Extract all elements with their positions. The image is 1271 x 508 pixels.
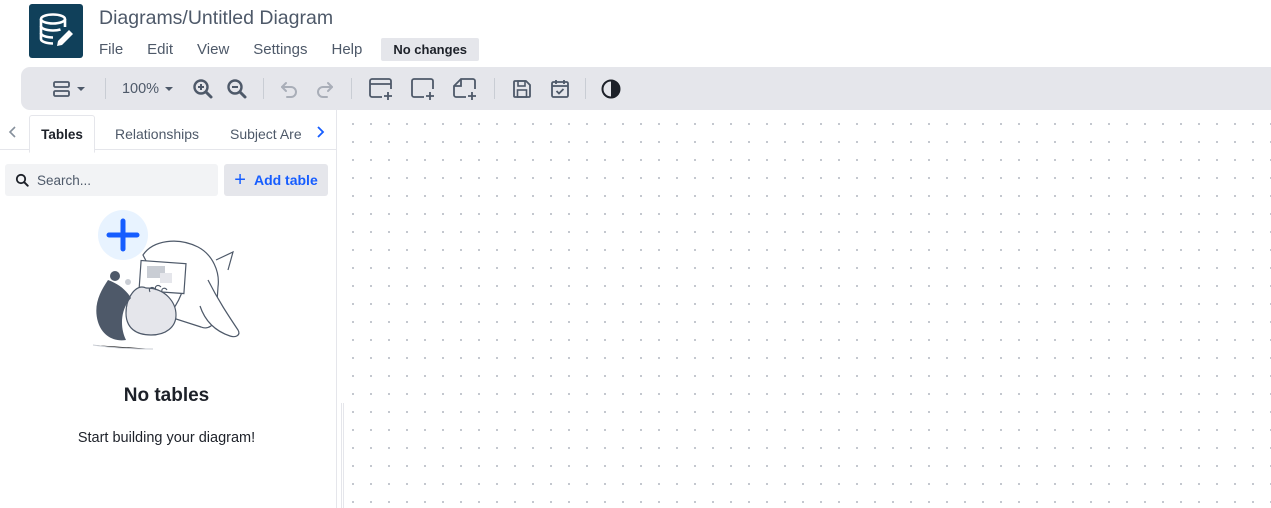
calendar-check-icon: [551, 79, 569, 98]
add-note-button[interactable]: [450, 67, 480, 110]
plus-icon: +: [234, 169, 246, 191]
zoom-out-icon: [227, 78, 247, 98]
menu-view[interactable]: View: [197, 41, 229, 58]
toolbar-divider: [494, 78, 495, 99]
toolbar: 100%: [21, 67, 1271, 110]
chevron-right-icon: [317, 126, 325, 138]
sidebar: Tables Relationships Subject Are + Add t…: [0, 110, 337, 508]
tabs-scroll-right[interactable]: [309, 113, 331, 151]
save-button[interactable]: [510, 67, 534, 110]
tabs-scroll-left[interactable]: [2, 113, 24, 151]
save-status-badge: No changes: [381, 38, 480, 61]
menu-edit[interactable]: Edit: [147, 41, 173, 58]
chevron-down-icon: [165, 86, 174, 91]
toolbar-divider: [263, 78, 264, 99]
toolbar-divider: [351, 78, 352, 99]
app-logo[interactable]: [29, 4, 83, 58]
menu-bar: File Edit View Settings Help No changes: [99, 38, 480, 61]
tab-tables[interactable]: Tables: [29, 115, 95, 153]
add-area-icon: [411, 77, 434, 100]
saved-status-button[interactable]: [548, 67, 572, 110]
add-note-icon: [453, 77, 476, 100]
save-icon: [513, 79, 531, 98]
empty-state-illustration: [92, 210, 240, 350]
database-edit-icon: [39, 13, 73, 46]
zoom-out-button[interactable]: [225, 67, 249, 110]
toolbar-divider: [585, 78, 586, 99]
layout-menu-icon: [53, 80, 85, 97]
zoom-dropdown[interactable]: 100%: [119, 67, 179, 110]
undo-button[interactable]: [277, 67, 301, 110]
menu-file[interactable]: File: [99, 41, 123, 58]
empty-state-subtitle: Start building your diagram!: [77, 430, 256, 446]
theme-toggle-button[interactable]: [599, 67, 623, 110]
theme-toggle-icon: [601, 79, 621, 98]
search-icon: [15, 173, 29, 187]
tab-relationships[interactable]: Relationships: [115, 115, 205, 153]
redo-icon: [317, 81, 333, 98]
zoom-in-icon: [193, 78, 213, 98]
menu-help[interactable]: Help: [331, 41, 362, 58]
sidebar-resize-handle[interactable]: [341, 403, 344, 508]
search-field[interactable]: [5, 164, 218, 196]
redo-button[interactable]: [313, 67, 337, 110]
page-title[interactable]: Diagrams/Untitled Diagram: [99, 7, 333, 30]
toolbar-divider: [105, 78, 106, 99]
chevron-left-icon: [8, 126, 16, 138]
add-table-button[interactable]: [366, 67, 396, 110]
empty-state-title: No tables: [123, 385, 210, 406]
menu-settings[interactable]: Settings: [253, 41, 307, 58]
diagram-canvas[interactable]: [338, 110, 1271, 508]
zoom-in-button[interactable]: [191, 67, 215, 110]
search-input[interactable]: [37, 172, 197, 188]
app-root: Diagrams/Untitled Diagram File Edit View…: [0, 0, 1271, 508]
undo-icon: [281, 81, 297, 98]
tab-subject-areas[interactable]: Subject Are: [230, 115, 302, 153]
zoom-level: 100%: [121, 80, 160, 97]
add-table-label: Add table: [253, 172, 318, 188]
add-table-button[interactable]: + Add table: [224, 164, 328, 196]
add-area-button[interactable]: [408, 67, 438, 110]
layout-menu-button[interactable]: [49, 67, 89, 110]
add-table-icon: [369, 77, 392, 100]
sidebar-tabs: Tables Relationships Subject Are: [0, 113, 337, 153]
